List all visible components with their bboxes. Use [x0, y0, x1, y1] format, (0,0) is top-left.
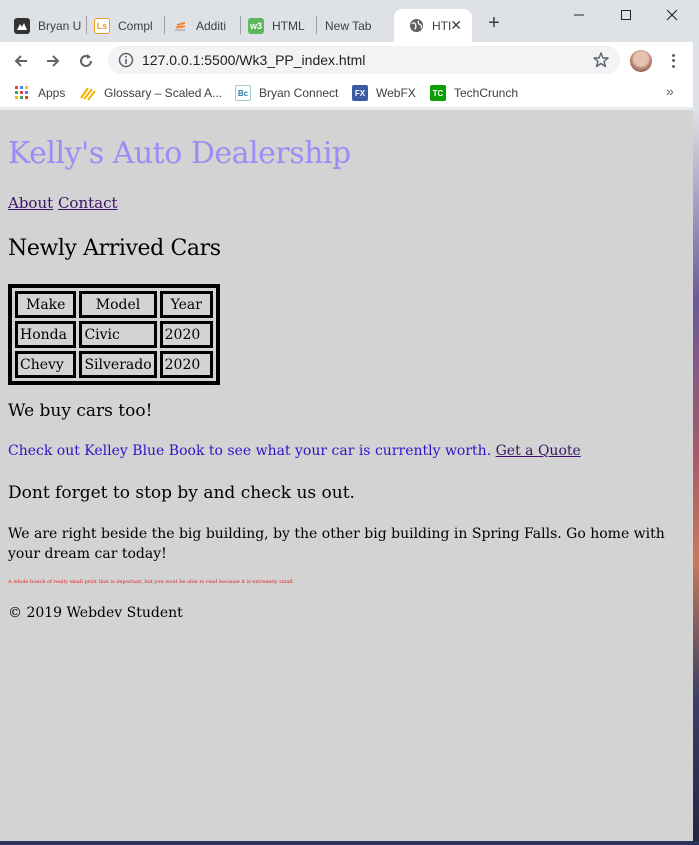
- kbb-paragraph: Check out Kelley Blue Book to see what y…: [8, 443, 581, 459]
- info-icon[interactable]: [118, 52, 134, 68]
- bookmark-webfx[interactable]: FX WebFX: [352, 83, 416, 103]
- tab-5[interactable]: New Tab: [311, 9, 393, 42]
- table-row: Honda Civic 2020: [15, 321, 213, 348]
- kbb-text: Check out Kelley Blue Book to see what y…: [8, 443, 492, 459]
- tab-3-title: Additi: [196, 18, 227, 33]
- apps-icon: [14, 85, 30, 101]
- safe-icon: [80, 85, 96, 101]
- stop-heading: Dont forget to stop by and check us out.: [8, 483, 355, 503]
- contact-link[interactable]: Contact: [58, 194, 118, 212]
- cell-model: Civic: [79, 321, 157, 348]
- address-bar[interactable]: 127.0.0.1:5500/Wk3_PP_index.html: [108, 46, 620, 74]
- webfx-icon: FX: [352, 85, 368, 101]
- get-quote-link[interactable]: Get a Quote: [496, 443, 581, 459]
- forward-arrow-icon: [47, 55, 60, 67]
- cell-make: Honda: [15, 321, 77, 348]
- fine-print: A whole bunch of really small print that…: [8, 579, 295, 585]
- browser-window: Bryan U Ls Compl Additi w3 HTML New Tab …: [0, 0, 693, 841]
- table-header-row: Make Model Year: [15, 291, 213, 318]
- back-button[interactable]: [8, 48, 34, 74]
- bookmark-apps[interactable]: Apps: [14, 83, 65, 103]
- site-nav: About Contact: [8, 194, 118, 212]
- tab-1-title: Bryan U: [38, 18, 82, 33]
- tab-6-active[interactable]: HTI ✕: [394, 9, 472, 42]
- lesson-icon: Ls: [94, 17, 110, 34]
- bookmark-apps-label: Apps: [38, 86, 66, 100]
- bookmarks-bar: Apps Glossary – Scaled A... Bc Bryan Con…: [0, 79, 693, 107]
- cell-year: 2020: [159, 321, 213, 348]
- forward-button[interactable]: [40, 48, 66, 74]
- tab-strip: Bryan U Ls Compl Additi w3 HTML New Tab …: [0, 0, 693, 42]
- desktop-background-strip: [693, 0, 699, 845]
- menu-kebab-icon[interactable]: [666, 50, 680, 72]
- minimize-button[interactable]: [556, 0, 602, 30]
- bookmark-star-icon[interactable]: [592, 51, 610, 69]
- stack-icon: [172, 18, 188, 34]
- tab-3[interactable]: Additi: [158, 9, 240, 42]
- close-icon[interactable]: ✕: [450, 17, 462, 34]
- tab-1[interactable]: Bryan U: [0, 9, 86, 42]
- table-row: Chevy Silverado 2020: [15, 351, 213, 378]
- globe-icon: [408, 18, 424, 34]
- browser-toolbar: 127.0.0.1:5500/Wk3_PP_index.html: [0, 42, 693, 79]
- url-text: 127.0.0.1:5500/Wk3_PP_index.html: [142, 52, 366, 68]
- reload-icon: [80, 54, 92, 67]
- bookmark-glossary[interactable]: Glossary – Scaled A...: [80, 83, 222, 103]
- new-tab-button[interactable]: +: [484, 13, 504, 34]
- taskbar-edge: [0, 841, 699, 845]
- techcrunch-icon: TC: [430, 85, 446, 101]
- bookmark-webfx-label: WebFX: [376, 86, 416, 100]
- bookmark-bryan-connect-label: Bryan Connect: [259, 86, 339, 100]
- directions-paragraph: We are right beside the big building, by…: [8, 526, 665, 562]
- header-year: Year: [159, 291, 213, 318]
- cars-table: Make Model Year Honda Civic 2020 Chevy S…: [8, 284, 220, 385]
- header-model: Model: [79, 291, 157, 318]
- bookmark-bryan-connect[interactable]: Bc Bryan Connect: [235, 83, 338, 103]
- bookmarks-overflow-button[interactable]: »: [666, 83, 674, 99]
- page-content: Kelly's Auto Dealership About Contact Ne…: [0, 110, 693, 841]
- copyright: © 2019 Webdev Student: [8, 605, 183, 621]
- maximize-button[interactable]: [603, 0, 649, 30]
- w3schools-icon: w3: [248, 17, 264, 34]
- reload-button[interactable]: [73, 48, 99, 74]
- cell-make: Chevy: [15, 351, 77, 378]
- github-icon: [14, 17, 30, 34]
- buy-heading: We buy cars too!: [8, 401, 153, 421]
- tab-5-title: New Tab: [325, 18, 372, 33]
- site-title: Kelly's Auto Dealership: [8, 136, 351, 171]
- close-window-button[interactable]: [649, 0, 693, 30]
- bookmark-techcrunch-label: TechCrunch: [454, 86, 519, 100]
- header-make: Make: [15, 291, 77, 318]
- tab-2[interactable]: Ls Compl: [80, 9, 164, 42]
- tab-4-title: HTML: [272, 18, 305, 33]
- profile-avatar[interactable]: [630, 50, 652, 72]
- tab-6-title: HTI: [432, 18, 452, 33]
- tab-4[interactable]: w3 HTML: [234, 9, 314, 42]
- new-cars-heading: Newly Arrived Cars: [8, 236, 221, 261]
- bookmark-glossary-label: Glossary – Scaled A...: [104, 86, 223, 100]
- bookmark-techcrunch[interactable]: TC TechCrunch: [430, 83, 518, 103]
- about-link[interactable]: About: [8, 194, 53, 212]
- back-arrow-icon: [14, 55, 27, 67]
- cell-model: Silverado: [79, 351, 157, 378]
- tab-2-title: Compl: [118, 18, 153, 33]
- bc-icon: Bc: [235, 85, 251, 101]
- cell-year: 2020: [159, 351, 213, 378]
